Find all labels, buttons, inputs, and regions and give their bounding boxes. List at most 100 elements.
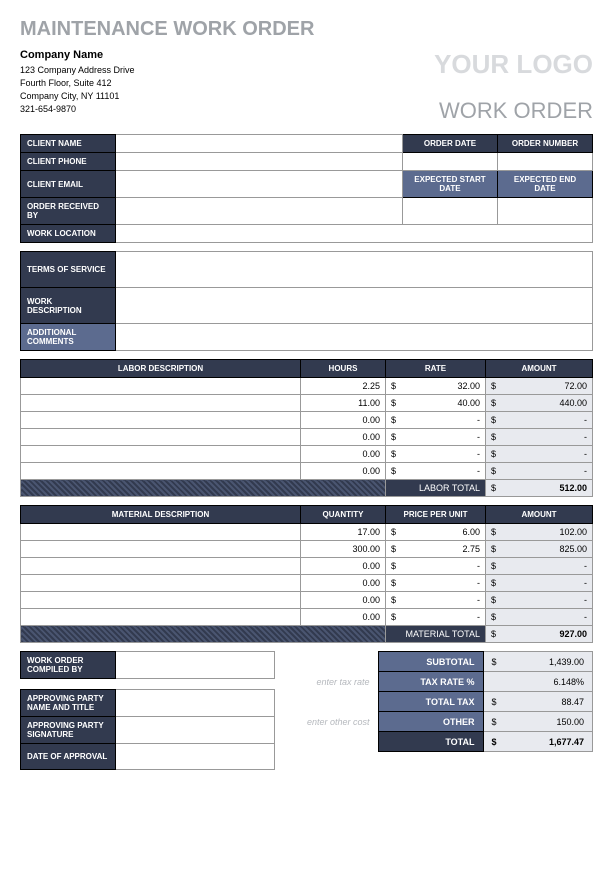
labor-header-desc: LABOR DESCRIPTION	[21, 360, 301, 378]
label-client-name: CLIENT NAME	[21, 135, 116, 153]
table-row: 0.00$-$-	[21, 558, 593, 575]
cell[interactable]: $-	[386, 412, 486, 429]
material-header-ppu: PRICE PER UNIT	[386, 506, 486, 524]
cell[interactable]	[21, 378, 301, 395]
cell[interactable]: 0.00	[301, 575, 386, 592]
cell[interactable]: $2.75	[386, 541, 486, 558]
label-client-phone: CLIENT PHONE	[21, 153, 116, 171]
material-header-qty: QUANTITY	[301, 506, 386, 524]
cell[interactable]: 0.00	[301, 558, 386, 575]
input-client-phone[interactable]	[116, 153, 403, 171]
cell[interactable]: $6.00	[386, 524, 486, 541]
cell[interactable]: 17.00	[301, 524, 386, 541]
label-work-location: WORK LOCATION	[21, 225, 116, 243]
label-expected-end: EXPECTED END DATE	[498, 171, 593, 198]
cell[interactable]: $-	[486, 592, 593, 609]
cell[interactable]: $-	[486, 446, 593, 463]
value-total: 1,677.47	[549, 737, 584, 747]
cell[interactable]: $-	[386, 429, 486, 446]
cell[interactable]: $440.00	[486, 395, 593, 412]
label-total: TOTAL	[378, 732, 483, 752]
cell[interactable]	[21, 395, 301, 412]
input-expected-start[interactable]	[403, 198, 498, 225]
cell[interactable]: $-	[486, 575, 593, 592]
description-table: TERMS OF SERVICE WORK DESCRIPTION ADDITI…	[20, 251, 593, 351]
label-subtotal: SUBTOTAL	[378, 652, 483, 672]
input-compiled-by[interactable]	[116, 652, 275, 679]
cell[interactable]	[21, 412, 301, 429]
input-work-desc[interactable]	[116, 288, 593, 324]
input-order-date[interactable]	[403, 153, 498, 171]
cell[interactable]	[21, 558, 301, 575]
table-row: 0.00$-$-	[21, 463, 593, 480]
label-taxrate: TAX RATE %	[378, 672, 483, 692]
value-taxrate[interactable]: 6.148%	[553, 677, 584, 687]
cell[interactable]: $825.00	[486, 541, 593, 558]
input-received-by[interactable]	[116, 198, 403, 225]
cell[interactable]: 0.00	[301, 609, 386, 626]
cell[interactable]: $-	[486, 463, 593, 480]
table-row: 17.00$6.00$102.00	[21, 524, 593, 541]
input-work-location[interactable]	[116, 225, 593, 243]
input-order-number[interactable]	[498, 153, 593, 171]
cell[interactable]: 300.00	[301, 541, 386, 558]
cell[interactable]: 0.00	[301, 412, 386, 429]
input-signature[interactable]	[116, 717, 275, 744]
cell[interactable]	[21, 592, 301, 609]
cell[interactable]: $32.00	[386, 378, 486, 395]
page-title: MAINTENANCE WORK ORDER	[20, 18, 593, 41]
labor-hatch	[21, 480, 386, 497]
cell[interactable]: $-	[486, 609, 593, 626]
hint-tax: enter tax rate	[283, 672, 378, 692]
cell[interactable]: $-	[386, 446, 486, 463]
cell[interactable]	[21, 575, 301, 592]
label-client-email: CLIENT EMAIL	[21, 171, 116, 198]
cell[interactable]: $-	[386, 558, 486, 575]
label-totaltax: TOTAL TAX	[378, 692, 483, 712]
cell[interactable]: 0.00	[301, 592, 386, 609]
input-client-name[interactable]	[116, 135, 403, 153]
label-order-date: ORDER DATE	[403, 135, 498, 153]
cell[interactable]: $-	[386, 592, 486, 609]
labor-header-hours: HOURS	[301, 360, 386, 378]
labor-total: 512.00	[559, 483, 587, 493]
input-client-email[interactable]	[116, 171, 403, 198]
cell[interactable]: $40.00	[386, 395, 486, 412]
company-addr3: Company City, NY 11101	[20, 90, 135, 103]
cell[interactable]	[21, 609, 301, 626]
input-terms[interactable]	[116, 252, 593, 288]
company-block: Company Name 123 Company Address Drive F…	[20, 49, 135, 124]
cell[interactable]: $102.00	[486, 524, 593, 541]
cell[interactable]	[21, 446, 301, 463]
cell[interactable]: $-	[386, 575, 486, 592]
cell[interactable]	[21, 429, 301, 446]
table-row: 300.00$2.75$825.00	[21, 541, 593, 558]
cell[interactable]: 11.00	[301, 395, 386, 412]
label-additional: ADDITIONAL COMMENTS	[21, 324, 116, 351]
value-other[interactable]: 150.00	[556, 717, 584, 727]
cell[interactable]: $-	[486, 412, 593, 429]
table-row: 2.25$32.00$72.00	[21, 378, 593, 395]
cell[interactable]: $-	[386, 609, 486, 626]
cell[interactable]: $-	[486, 558, 593, 575]
cell[interactable]: 2.25	[301, 378, 386, 395]
cell[interactable]	[21, 463, 301, 480]
cell[interactable]	[21, 524, 301, 541]
cell[interactable]: 0.00	[301, 429, 386, 446]
doc-type: WORK ORDER	[434, 98, 593, 124]
cell[interactable]: $-	[486, 429, 593, 446]
material-total-label: MATERIAL TOTAL	[386, 626, 486, 643]
cell[interactable]: $72.00	[486, 378, 593, 395]
cell[interactable]	[21, 541, 301, 558]
cell[interactable]: $-	[386, 463, 486, 480]
input-approval-date[interactable]	[116, 744, 275, 770]
label-approval-date: DATE OF APPROVAL	[21, 744, 116, 770]
input-approving-party[interactable]	[116, 690, 275, 717]
input-expected-end[interactable]	[498, 198, 593, 225]
cell[interactable]: 0.00	[301, 446, 386, 463]
labor-total-label: LABOR TOTAL	[386, 480, 486, 497]
labor-header-amount: AMOUNT	[486, 360, 593, 378]
labor-table: LABOR DESCRIPTION HOURS RATE AMOUNT 2.25…	[20, 359, 593, 497]
cell[interactable]: 0.00	[301, 463, 386, 480]
input-additional[interactable]	[116, 324, 593, 351]
